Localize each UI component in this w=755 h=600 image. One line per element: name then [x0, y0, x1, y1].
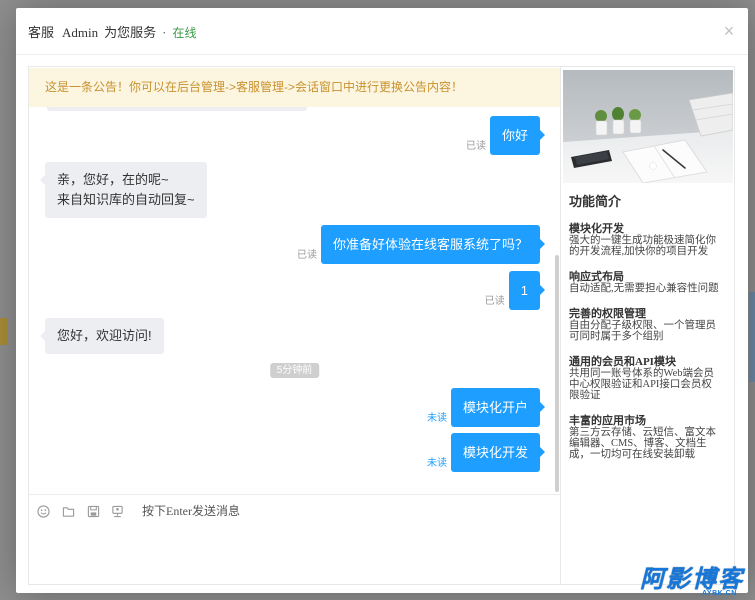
unread-status: 未读	[426, 413, 447, 424]
save-icon[interactable]	[87, 505, 100, 518]
message-row-incoming: 您好，欢迎访问!	[40, 318, 164, 354]
message-bubble: 模块化开发	[450, 433, 546, 472]
message-bubble: 模块化开户	[450, 388, 546, 427]
watermark-title: 阿影博客	[640, 566, 744, 593]
message-list: 已读 你好 亲，您好，在的呢~ 来自知识库的自动回复~ 已读 你准备好体验在线客…	[29, 107, 560, 494]
chat-scrollbar[interactable]	[555, 255, 559, 492]
message-row-outgoing: 未读 模块化开发	[426, 433, 546, 472]
chat-panel: 这是一条公告！你可以在后台管理->客服管理->会话窗口中进行更换公告内容！ 已读…	[29, 67, 560, 584]
dialog-title: 客服 Admin 为您服务 · 在线	[28, 8, 197, 55]
message-row-incoming: 亲，您好，在的呢~ 来自知识库的自动回复~	[40, 162, 207, 218]
background-page-button	[0, 318, 7, 345]
feature-intro: 功能简介 模块化开发 强大的一键生成功能极速简化你的开发流程,加快你的项目开发 …	[569, 194, 721, 474]
agent-name: Admin	[62, 25, 99, 40]
read-status: 已读	[296, 250, 317, 261]
unread-status: 未读	[426, 458, 447, 469]
feature-desc: 第三方云存储、云短信、富文本编辑器、CMS、博客、文档生成，一切均可在线安装卸载	[569, 427, 716, 460]
feature-desc: 强大的一键生成功能极速简化你的开发流程,加快你的项目开发	[569, 235, 716, 257]
feature-title: 丰富的应用市场	[569, 415, 646, 427]
message-row-outgoing: 已读 你准备好体验在线客服系统了吗？	[296, 225, 546, 264]
message-bubble: 你准备好体验在线客服系统了吗？	[320, 225, 546, 264]
feature-heading: 功能简介	[569, 194, 622, 209]
feature-desc: 自由分配子级权限、一个管理员可同时属于多个组别	[569, 320, 716, 342]
message-row-outgoing: 已读 你好	[465, 116, 546, 155]
announcement-bar: 这是一条公告！你可以在后台管理->客服管理->会话窗口中进行更换公告内容！	[29, 68, 560, 107]
banner-image	[563, 70, 733, 183]
feature-item: 丰富的应用市场 第三方云存储、云短信、富文本编辑器、CMS、博客、文档生成，一切…	[569, 415, 721, 460]
dialog-header: 客服 Admin 为您服务 · 在线 ×	[16, 8, 748, 55]
site-watermark-logo: 阿影博客 AYBK.CN	[640, 568, 752, 599]
message-bubble-cropped	[47, 107, 307, 111]
title-prefix: 客服	[28, 25, 55, 40]
title-suffix: 为您服务	[104, 25, 157, 40]
time-divider: 5分钟前	[269, 363, 320, 378]
message-bubble: 你好	[489, 116, 546, 155]
info-sidebar: 功能简介 模块化开发 强大的一键生成功能极速简化你的开发流程,加快你的项目开发 …	[560, 67, 734, 584]
feature-title: 响应式布局	[569, 271, 624, 283]
feature-item: 完善的权限管理 自由分配子级权限、一个管理员可同时属于多个组别	[569, 308, 721, 342]
dialog-body: 这是一条公告！你可以在后台管理->客服管理->会话窗口中进行更换公告内容！ 已读…	[28, 66, 735, 585]
monitor-icon[interactable]	[111, 505, 124, 518]
message-bubble: 您好，欢迎访问!	[40, 318, 164, 354]
message-bubble: 亲，您好，在的呢~ 来自知识库的自动回复~	[40, 162, 207, 218]
message-bubble: 1	[508, 271, 546, 310]
folder-icon[interactable]	[62, 505, 75, 518]
feature-desc: 自动适配,无需要担心兼容性问题	[569, 283, 719, 294]
message-input[interactable]	[142, 502, 542, 520]
title-separator: ·	[162, 25, 167, 40]
feature-item: 响应式布局 自动适配,无需要担心兼容性问题	[569, 271, 721, 294]
online-status: 在线	[172, 26, 197, 40]
message-composer	[29, 494, 560, 584]
message-row-outgoing: 已读 1	[484, 271, 546, 310]
message-row-outgoing: 未读 模块化开户	[426, 388, 546, 427]
feature-item: 通用的会员和API模块 共用同一账号体系的Web端会员中心权限验证和API接口会…	[569, 356, 721, 401]
background-page-panel	[749, 292, 755, 382]
read-status: 已读	[465, 141, 486, 152]
smiley-icon[interactable]	[37, 505, 50, 518]
feature-desc: 共用同一账号体系的Web端会员中心权限验证和API接口会员权限验证	[569, 368, 714, 401]
read-status: 已读	[484, 296, 505, 307]
feature-title: 模块化开发	[569, 223, 624, 235]
close-button[interactable]: ×	[721, 22, 737, 40]
feature-title: 完善的权限管理	[569, 308, 646, 320]
chat-dialog: 客服 Admin 为您服务 · 在线 × 这是一条公告！你可以在后台管理->客服管理->…	[16, 8, 748, 593]
feature-title: 通用的会员和API模块	[569, 356, 676, 368]
watermark-domain: AYBK.CN	[702, 590, 737, 597]
feature-item: 模块化开发 强大的一键生成功能极速简化你的开发流程,加快你的项目开发	[569, 223, 721, 257]
